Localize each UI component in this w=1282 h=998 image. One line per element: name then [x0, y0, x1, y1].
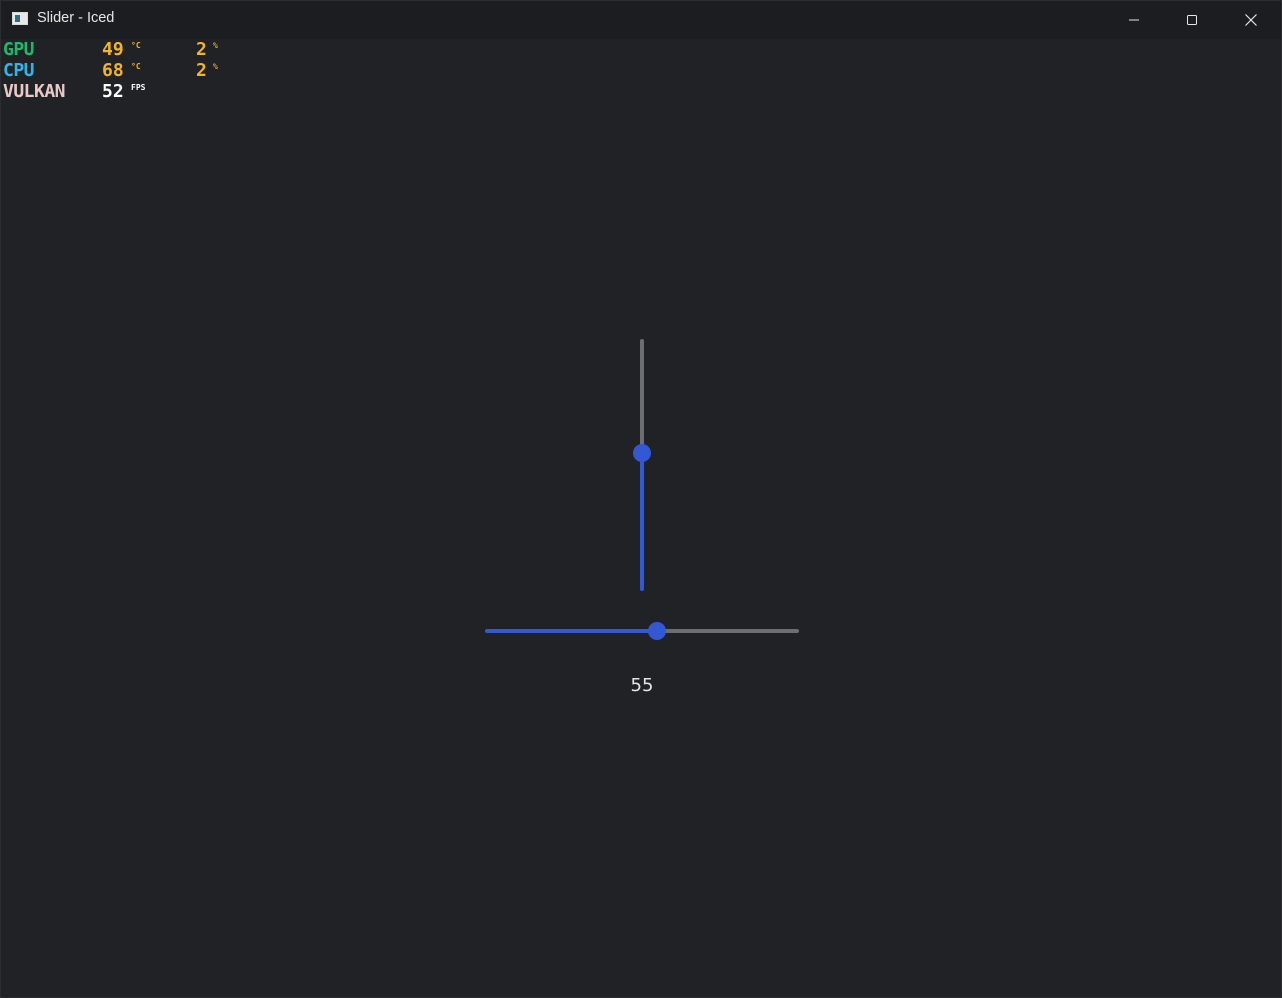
horizontal-slider-track-inactive[interactable] — [656, 629, 799, 633]
maximize-button[interactable] — [1163, 1, 1221, 39]
overlay-gpu-load: 2 — [196, 39, 207, 60]
window-title: Slider - Iced — [37, 10, 115, 26]
title-bar[interactable]: Slider - Iced — [1, 1, 1281, 39]
overlay-gpu-temp: 49 — [102, 39, 124, 60]
close-icon — [1245, 14, 1257, 26]
overlay-fps-value: 52 — [102, 81, 124, 102]
overlay-gpu-load-unit: % — [213, 41, 218, 50]
overlay-fps-unit: FPS — [131, 83, 146, 92]
horizontal-slider-handle[interactable] — [647, 622, 666, 640]
vertical-slider[interactable] — [633, 339, 651, 591]
close-button[interactable] — [1222, 1, 1280, 39]
app-window-icon — [12, 12, 28, 25]
vertical-slider-handle[interactable] — [633, 444, 651, 463]
vertical-slider-track-active[interactable] — [640, 453, 644, 591]
minimize-icon — [1129, 19, 1139, 21]
overlay-gpu-temp-unit: °C — [131, 41, 141, 50]
slider-value-label: 55 — [630, 675, 654, 696]
app-icon-pane — [15, 15, 20, 22]
overlay-cpu-load: 2 — [196, 60, 207, 81]
horizontal-slider-track-active[interactable] — [485, 629, 657, 633]
vertical-slider-track-inactive[interactable] — [640, 339, 644, 454]
overlay-cpu-load-unit: % — [213, 62, 218, 71]
overlay-gpu-label: GPU — [3, 39, 35, 60]
overlay-vulkan-label: VULKAN — [3, 81, 66, 102]
overlay-cpu-temp-unit: °C — [131, 62, 141, 71]
overlay-cpu-temp: 68 — [102, 60, 124, 81]
minimize-button[interactable] — [1105, 1, 1163, 39]
horizontal-slider[interactable] — [485, 622, 799, 640]
app-window: Slider - Iced GPU 49 °C 2 % CPU 68 °C 2 — [0, 0, 1282, 998]
maximize-icon — [1187, 15, 1197, 25]
overlay-cpu-label: CPU — [3, 60, 35, 81]
